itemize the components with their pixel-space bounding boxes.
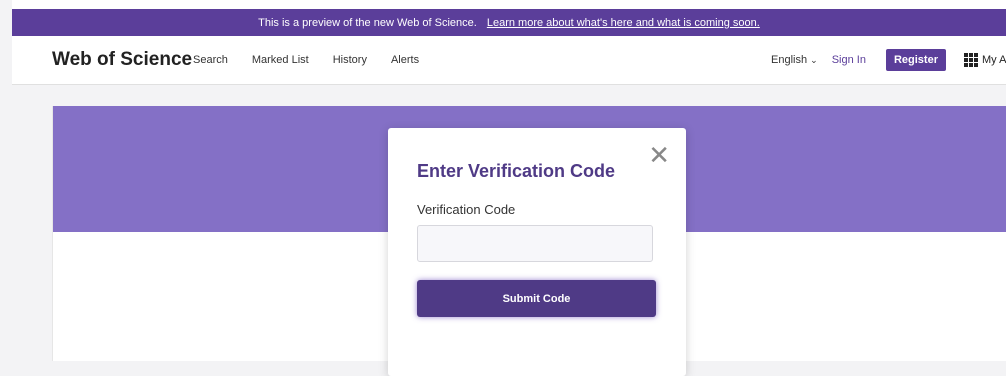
- header-right-nav: English ⌄ Sign In Register My Apps: [771, 49, 1006, 71]
- verification-modal: Enter Verification Code ✕ Verification C…: [388, 128, 686, 376]
- nav-search[interactable]: Search: [193, 54, 228, 66]
- chevron-down-icon: ⌄: [810, 55, 818, 65]
- modal-title: Enter Verification Code: [417, 161, 616, 181]
- brand-logo-text[interactable]: Web of Science: [52, 49, 192, 71]
- verification-code-label: Verification Code: [417, 202, 516, 217]
- submit-code-button[interactable]: Submit Code: [417, 280, 656, 317]
- my-apps-label: My Apps: [982, 54, 1006, 66]
- language-label: English: [771, 54, 808, 66]
- nav-alerts[interactable]: Alerts: [391, 54, 419, 66]
- grid-icon: [964, 53, 978, 67]
- verification-code-input[interactable]: [417, 225, 653, 262]
- site-header: Web of Science Search Marked List Histor…: [12, 36, 1006, 85]
- left-gutter: [0, 0, 12, 361]
- sign-in-link[interactable]: Sign In: [832, 54, 866, 66]
- main-nav: Search Marked List History Alerts: [193, 54, 419, 66]
- banner-text: This is a preview of the new Web of Scie…: [258, 16, 477, 29]
- top-spacer: [12, 0, 1006, 9]
- preview-banner: This is a preview of the new Web of Scie…: [12, 9, 1006, 36]
- nav-history[interactable]: History: [333, 54, 367, 66]
- my-apps-menu[interactable]: My Apps: [964, 53, 1006, 67]
- banner-learn-more-link[interactable]: Learn more about what's here and what is…: [487, 17, 760, 29]
- nav-marked-list[interactable]: Marked List: [252, 54, 309, 66]
- close-icon[interactable]: ✕: [648, 142, 670, 168]
- language-selector[interactable]: English ⌄: [771, 54, 818, 66]
- register-button[interactable]: Register: [885, 49, 946, 71]
